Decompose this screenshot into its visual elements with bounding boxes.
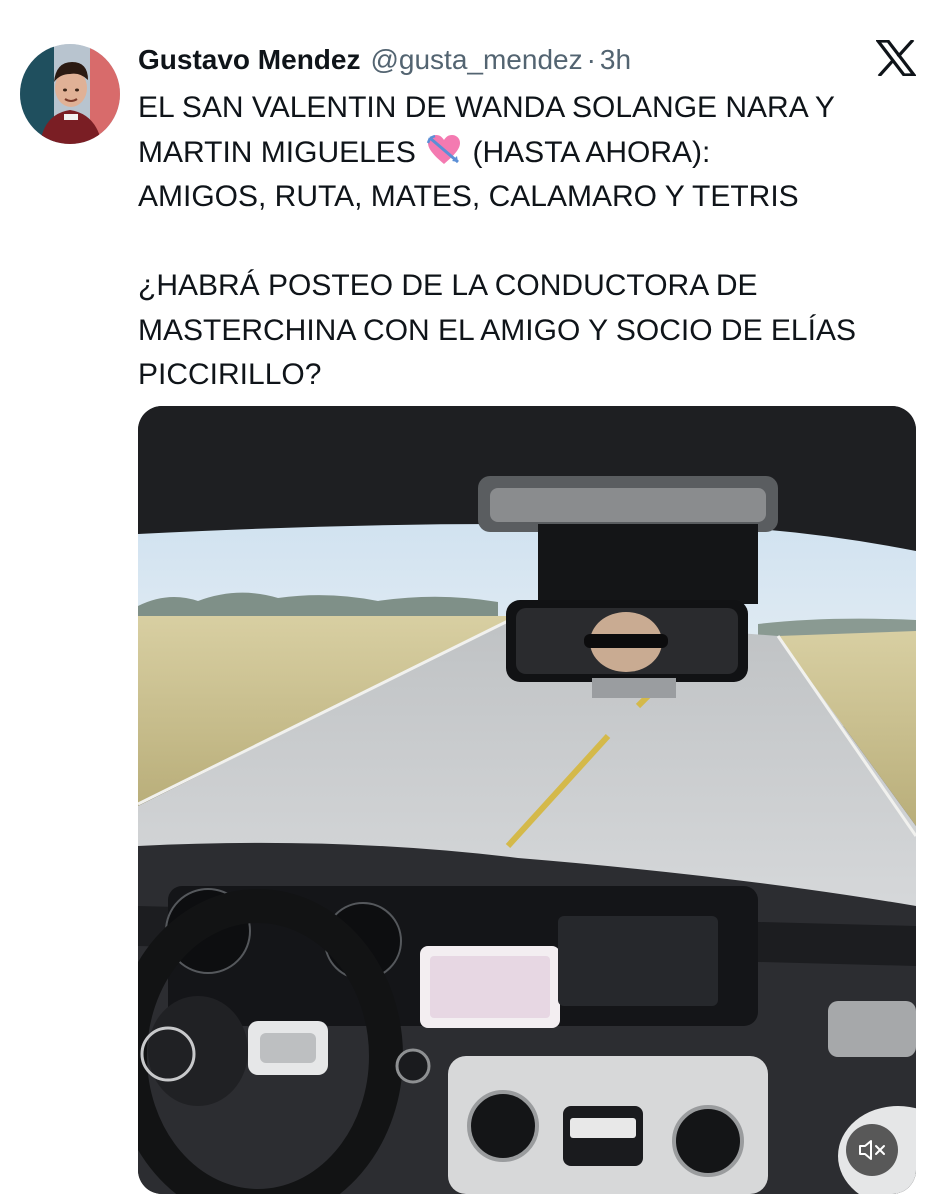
tweet-line: AMIGOS, RUTA, MATES, CALAMARO Y TETRIS — [138, 180, 799, 213]
tweet-paragraph-2: ¿HABRÁ POSTEO DE LA CONDUCTORA DE MASTER… — [138, 269, 856, 391]
tweet-timestamp[interactable]: 3h — [600, 44, 631, 76]
tweet-text: EL SAN VALENTIN DE WANDA SOLANGE NARA Y … — [138, 86, 928, 398]
header-separator: · — [586, 44, 596, 75]
speaker-muted-icon — [859, 1140, 885, 1160]
author-name[interactable]: Gustavo Mendez — [138, 44, 360, 76]
x-logo-icon — [874, 38, 918, 78]
author-handle[interactable]: @gusta_mendez — [370, 44, 582, 76]
author-avatar[interactable] — [20, 44, 120, 144]
heart-with-arrow-icon — [426, 134, 462, 166]
mute-button[interactable] — [846, 1124, 898, 1176]
tweet-paragraph-1: EL SAN VALENTIN DE WANDA SOLANGE NARA Y … — [138, 86, 928, 220]
tweet-line: (HASTA AHORA): — [472, 135, 711, 169]
video-frame — [138, 406, 916, 1194]
tweet-line: MARTIN MIGUELES — [138, 135, 416, 169]
tweet-video[interactable] — [138, 406, 916, 1194]
avatar-image — [20, 44, 120, 144]
tweet-line: EL SAN VALENTIN DE WANDA SOLANGE NARA Y — [138, 91, 835, 124]
tweet-header: Gustavo Mendez @gusta_mendez · 3h — [138, 40, 631, 80]
